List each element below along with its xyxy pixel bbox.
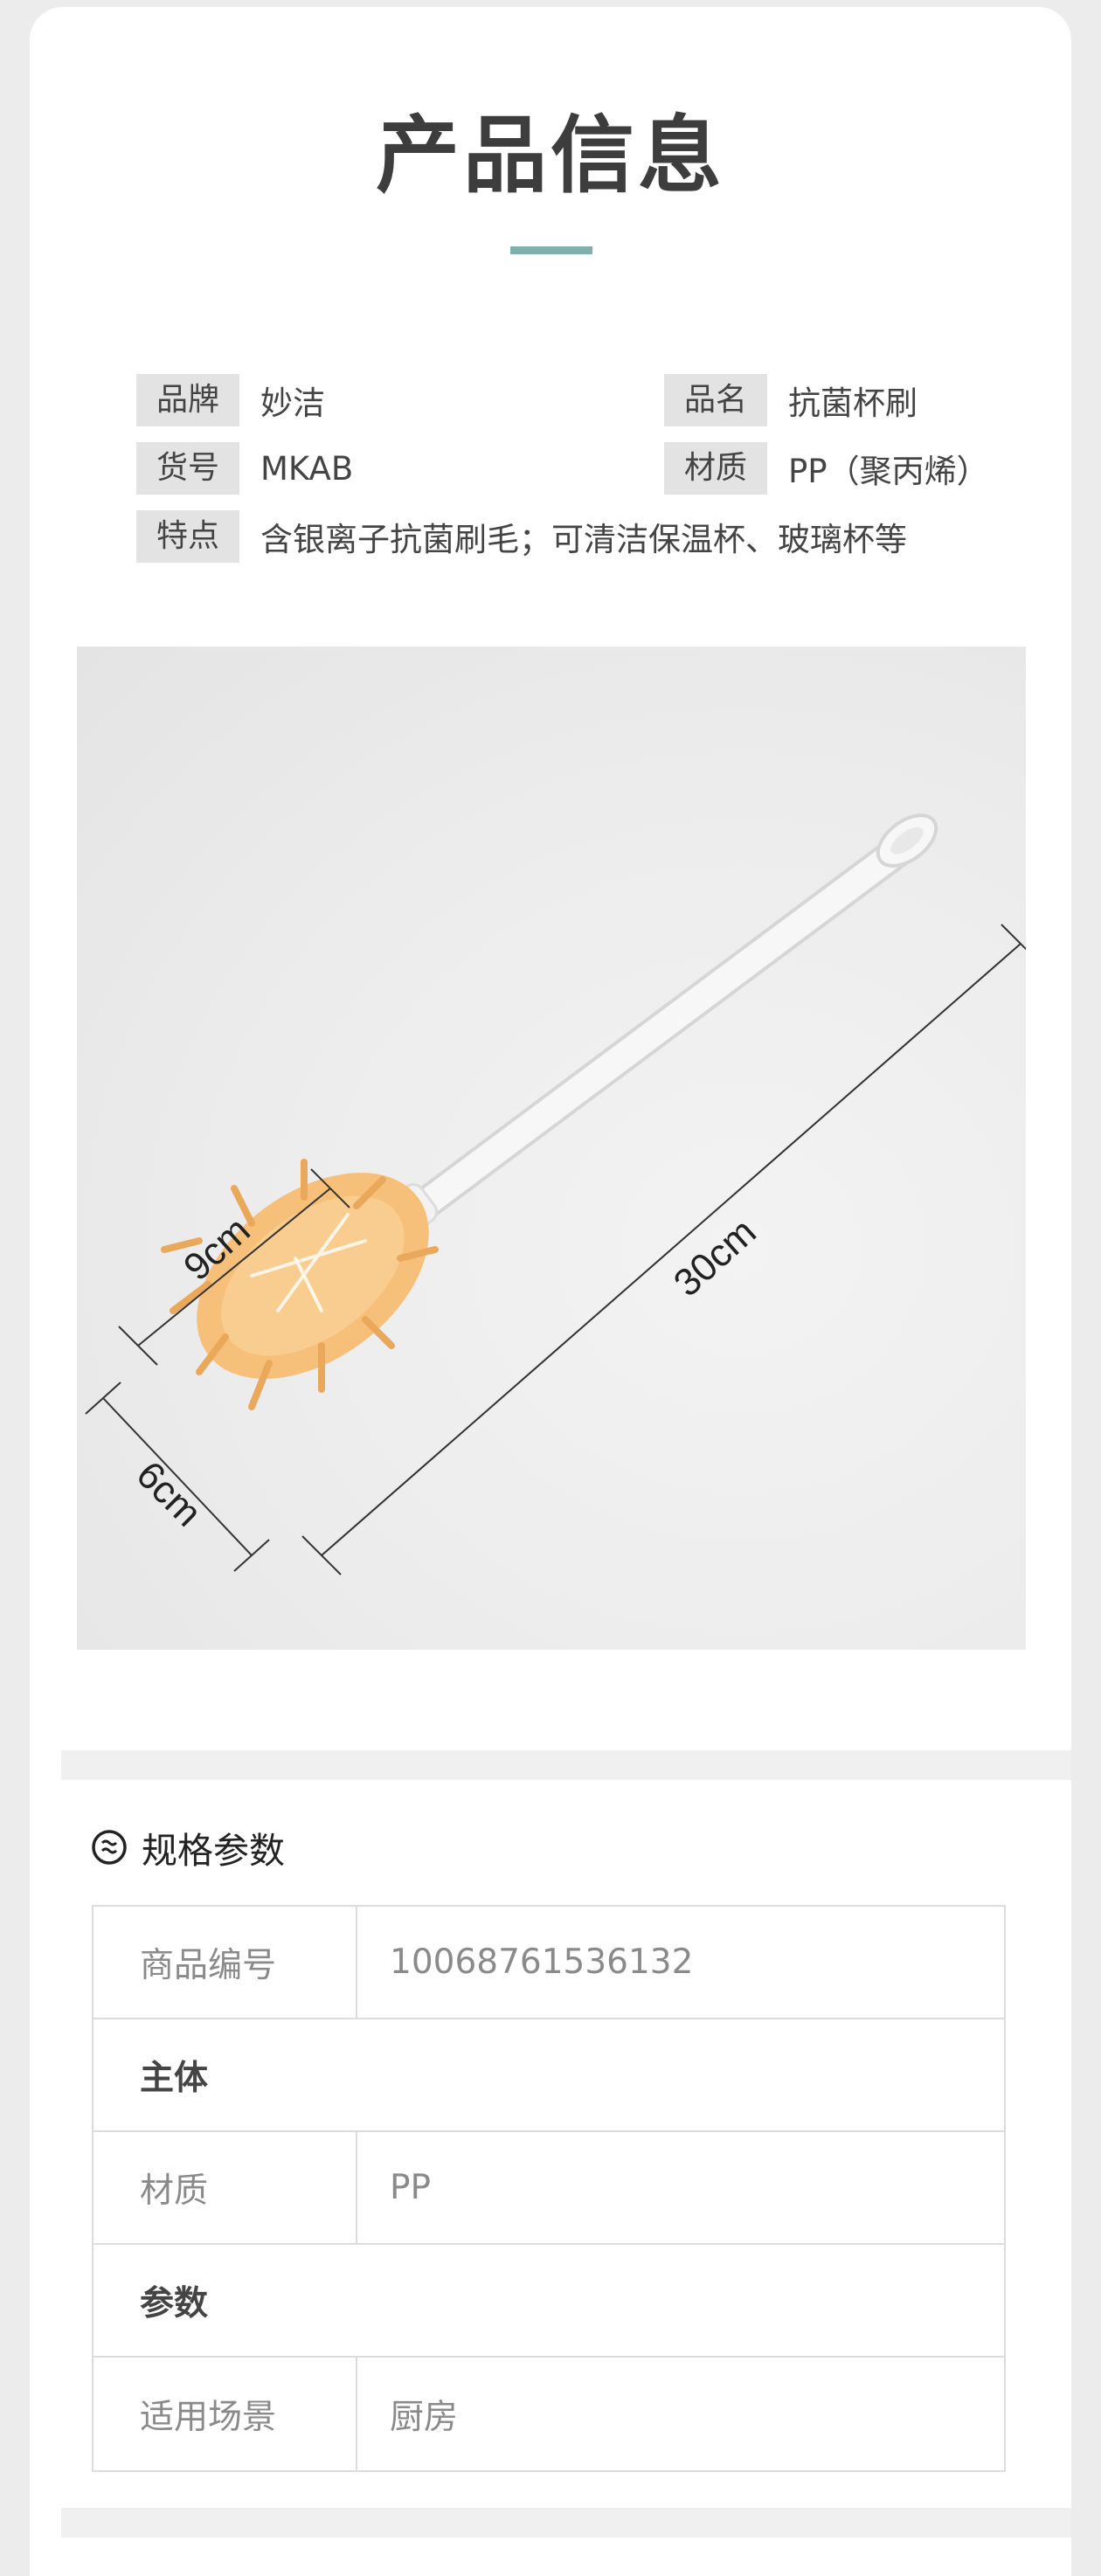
spec-value: PP: [390, 2168, 432, 2207]
spec-value: 10068761536132: [390, 1942, 694, 1982]
info-label-brand: 品牌: [136, 374, 239, 426]
info-value-brand: 妙洁: [260, 384, 325, 422]
spec-section-label: 参数: [140, 2283, 209, 2323]
spec-key: 材质: [93, 2132, 357, 2243]
spec-section-row: 主体: [93, 2019, 1004, 2132]
spec-section-row: 参数: [93, 2245, 1004, 2358]
spec-title: 规格参数: [142, 1830, 285, 1872]
info-brand: 品牌 妙洁: [136, 374, 325, 426]
spec-row: 商品编号 10068761536132: [93, 1907, 1004, 2019]
spec-value: 厨房: [390, 2397, 459, 2437]
info-value-features: 含银离子抗菌刷毛；可清洁保温杯、玻璃杯等: [260, 521, 907, 558]
info-label-features: 特点: [136, 510, 239, 563]
spec-table: 商品编号 10068761536132 主体 材质 PP 参数 适用场景 厨房: [92, 1905, 1006, 2472]
title-underline: [510, 246, 592, 254]
info-features: 特点 含银离子抗菌刷毛；可清洁保温杯、玻璃杯等: [136, 510, 907, 563]
info-value-item-no: MKAB: [260, 449, 354, 488]
dimension-head-width-label: 6cm: [128, 1453, 210, 1534]
info-value-material: PP（聚丙烯）: [788, 453, 989, 490]
dimension-length-label: 30cm: [666, 1210, 765, 1305]
spec-key: 商品编号: [93, 1907, 357, 2018]
spec-section-label: 主体: [140, 2058, 209, 2098]
product-photo: 30cm 9cm 6cm: [77, 647, 1026, 1650]
cup-brush-illustration: 30cm 9cm 6cm: [85, 814, 1026, 1575]
info-product-name: 品名 抗菌杯刷: [664, 374, 918, 426]
info-material: 材质 PP（聚丙烯）: [664, 442, 989, 495]
spec-header: 规格参数: [91, 1821, 285, 1873]
info-item-no: 货号 MKAB: [136, 442, 353, 495]
spec-row: 适用场景 厨房: [93, 2358, 1004, 2470]
spec-key: 适用场景: [93, 2358, 357, 2470]
info-label-product-name: 品名: [664, 374, 767, 426]
info-label-item-no: 货号: [136, 442, 239, 495]
info-label-material: 材质: [664, 442, 767, 495]
page-title: 产品信息: [376, 107, 725, 204]
spec-icon: [92, 1830, 127, 1865]
info-value-product-name: 抗菌杯刷: [788, 384, 918, 422]
section-divider-bottom: [61, 2508, 1071, 2538]
spec-row: 材质 PP: [93, 2132, 1004, 2245]
brush-handle: [397, 814, 938, 1229]
product-detail-card: 产品信息 品牌 妙洁 品名 抗菌杯刷 货号 MKAB 材质 PP（聚丙烯） 特点…: [30, 7, 1071, 2576]
section-divider: [61, 1750, 1071, 1780]
